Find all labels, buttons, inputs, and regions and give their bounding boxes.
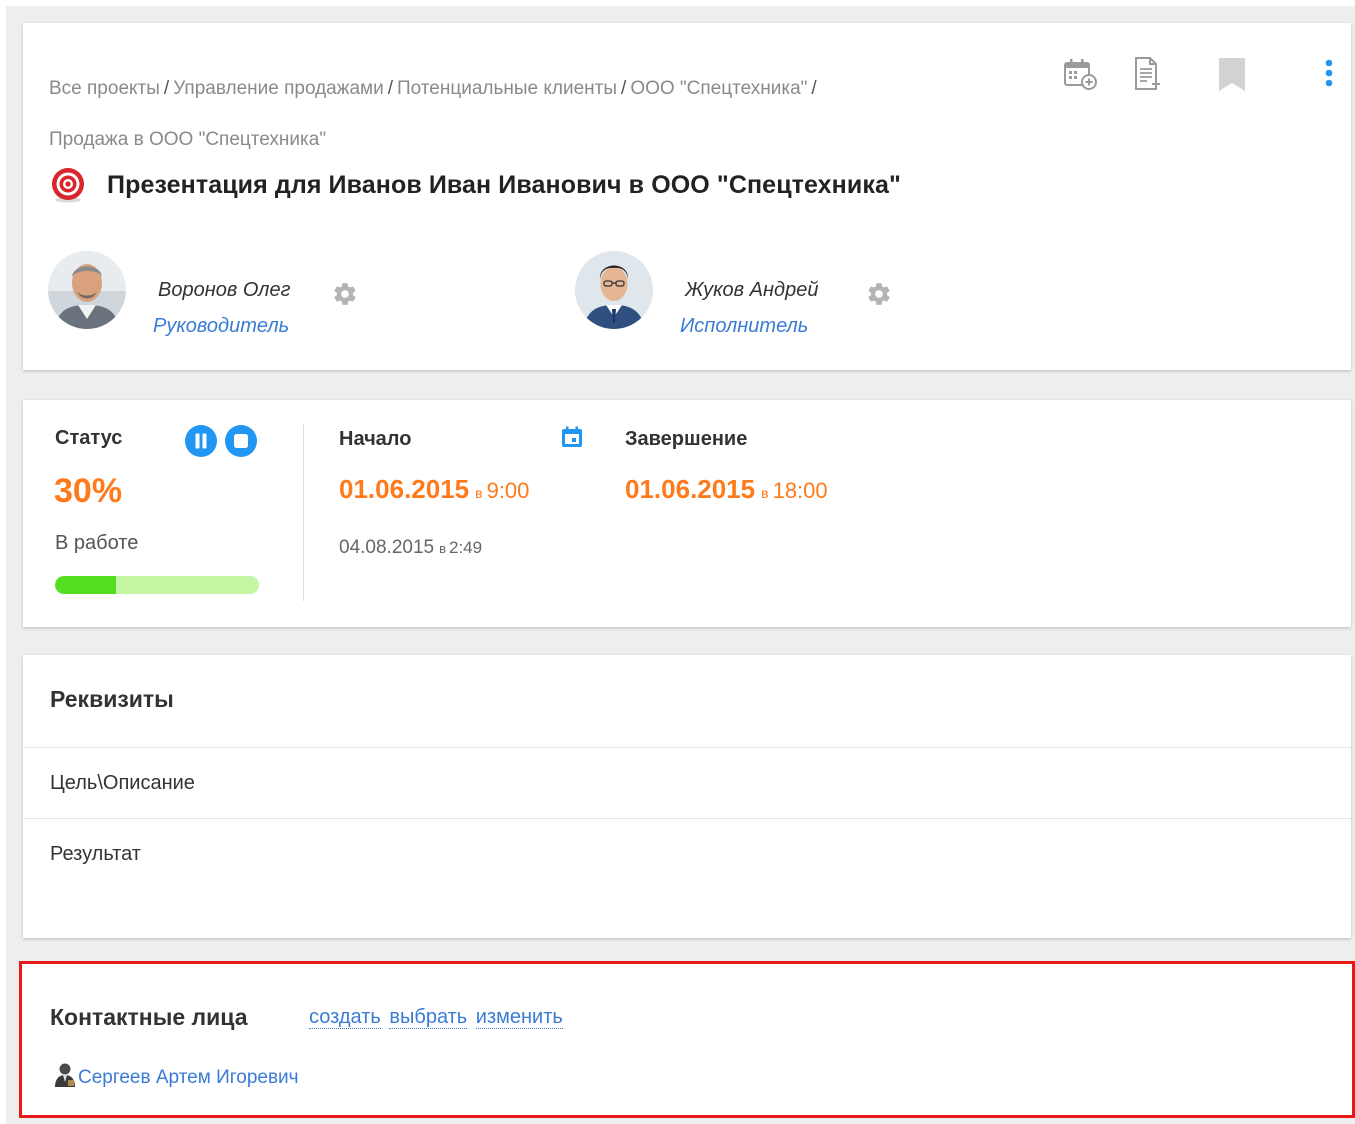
select-contact-link[interactable]: выбрать xyxy=(389,1006,468,1029)
task-header-card: Все проекты / Управление продажами / Потенци… xyxy=(23,23,1351,370)
planned-start: 01.06.2015 в 9:00 xyxy=(339,474,529,505)
breadcrumb-separator: / xyxy=(387,78,393,99)
planned-end: 01.06.2015 в 18:00 xyxy=(625,474,828,505)
requisites-card: Реквизиты Цель\Описание Результат xyxy=(23,655,1351,938)
edit-contact-link[interactable]: изменить xyxy=(475,1006,563,1029)
bookmark-icon[interactable] xyxy=(1217,56,1247,97)
requisite-field-result: Результат xyxy=(23,818,1351,938)
task-title-row: Презентация для Иванов Иван Иванович в О… xyxy=(49,167,901,203)
start-label: Начало xyxy=(339,428,412,450)
person-role-link[interactable]: Руководитель xyxy=(153,315,289,338)
actual-start: 04.08.2015 в 2:49 xyxy=(339,537,482,559)
person-role-link[interactable]: Исполнитель xyxy=(680,315,808,338)
breadcrumb-item-sales-management[interactable]: Управление продажами xyxy=(173,78,384,99)
calendar-icon[interactable] xyxy=(560,425,584,454)
pause-icon[interactable] xyxy=(184,424,218,463)
document-add-icon[interactable] xyxy=(1131,56,1167,97)
divider xyxy=(303,424,304,601)
breadcrumb-item-company[interactable]: ООО "Спецтехника" xyxy=(630,78,807,99)
progress-bar xyxy=(55,576,259,594)
stop-icon[interactable] xyxy=(224,424,258,463)
breadcrumb: Все проекты / Управление продажами / Потенци… xyxy=(49,63,1009,165)
actual-date: 04.08.2015 xyxy=(339,537,435,558)
person-name: Жуков Андрей xyxy=(685,279,819,301)
gear-icon[interactable] xyxy=(866,281,892,312)
start-date: 01.06.2015 xyxy=(339,474,470,504)
task-title: Презентация для Иванов Иван Иванович в О… xyxy=(107,170,901,199)
contact-actions: создать выбрать изменить xyxy=(309,1006,566,1029)
breadcrumb-separator: / xyxy=(621,78,627,99)
breadcrumb-item-potential-clients[interactable]: Потенциальные клиенты xyxy=(397,78,617,99)
status-state: В работе xyxy=(55,532,139,554)
contacts-title: Контактные лица xyxy=(50,1004,248,1030)
person-executor: Жуков Андрей Исполнитель xyxy=(575,251,995,337)
gear-icon[interactable] xyxy=(332,281,358,312)
contact-name-link[interactable]: Сергеев Артем Игоревич xyxy=(78,1067,299,1089)
contacts-card: Контактные лица создать выбрать изменить… xyxy=(19,961,1355,1118)
actual-at: в xyxy=(439,541,446,556)
create-contact-link[interactable]: создать xyxy=(309,1006,381,1029)
calendar-add-icon[interactable] xyxy=(1063,56,1099,97)
end-time: 18:00 xyxy=(772,478,828,503)
progress-percent: 30% xyxy=(54,472,123,510)
requisite-label: Результат xyxy=(50,843,141,865)
person-manager: Воронов Олег Руководитель xyxy=(48,251,468,337)
progress-bar-fill xyxy=(55,576,117,594)
requisite-label: Цель\Описание xyxy=(50,772,195,794)
requisites-title: Реквизиты xyxy=(50,686,174,712)
contact-person-icon xyxy=(54,1062,76,1093)
avatar xyxy=(575,251,653,329)
status-label: Статус xyxy=(55,427,123,449)
end-date: 01.06.2015 xyxy=(625,474,756,504)
start-at: в xyxy=(475,485,483,501)
more-vertical-icon[interactable] xyxy=(1321,58,1337,97)
actual-time: 2:49 xyxy=(449,538,483,557)
avatar xyxy=(48,251,126,329)
end-label: Завершение xyxy=(625,428,748,450)
contact-item: Сергеев Артем Игоревич xyxy=(54,1062,299,1093)
start-time: 9:00 xyxy=(486,478,530,503)
target-icon xyxy=(49,167,87,203)
end-at: в xyxy=(761,485,769,501)
status-card: Статус 30% В работе Начало Завершение 01… xyxy=(23,400,1351,627)
breadcrumb-separator: / xyxy=(163,78,170,99)
person-name: Воронов Олег xyxy=(158,279,291,301)
breadcrumb-item-all-projects[interactable]: Все проекты xyxy=(49,78,160,99)
requisite-field-goal: Цель\Описание xyxy=(23,747,1351,819)
breadcrumb-separator: / xyxy=(811,78,817,99)
breadcrumb-item-deal[interactable]: Продажа в ООО "Спецтехника" xyxy=(49,129,326,150)
